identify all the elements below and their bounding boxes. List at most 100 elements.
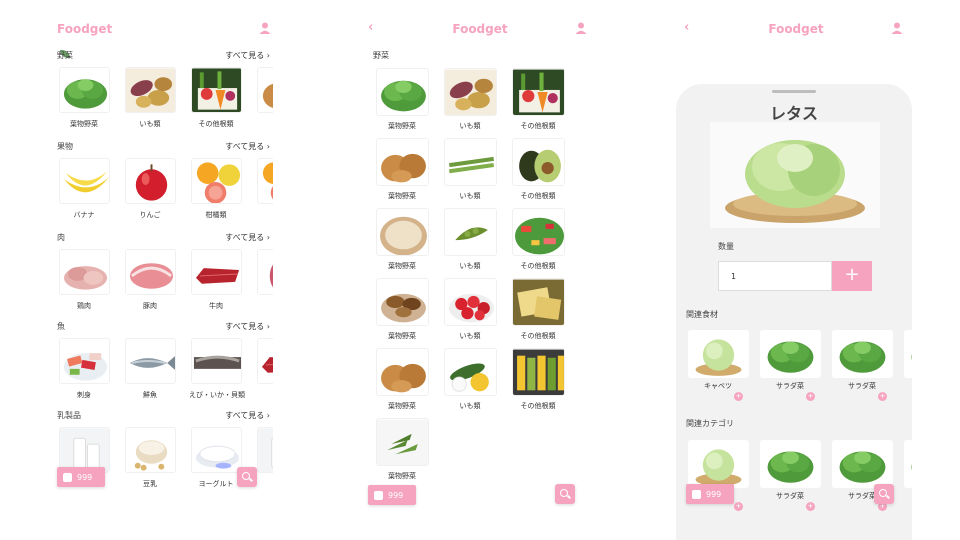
related-item-image (831, 440, 893, 488)
subcategory-tile[interactable]: その他根類 (510, 68, 566, 131)
category-label: 鮮魚 (143, 391, 157, 399)
section-title: 魚 (57, 322, 65, 331)
related-item[interactable]: サラダ菜 + (758, 330, 822, 401)
category-tile[interactable]: 葉物野菜 (57, 67, 111, 129)
subcategory-image (443, 208, 497, 256)
add-icon[interactable]: + (734, 392, 743, 401)
cart-button[interactable]: 999 (57, 467, 105, 487)
subcategory-tile[interactable]: いも類 (442, 68, 498, 131)
user-icon[interactable] (574, 21, 588, 35)
category-image (190, 249, 242, 295)
subcategory-tile[interactable]: 葉物野菜 (374, 138, 430, 201)
subcategory-tile[interactable]: いも類 (442, 138, 498, 201)
subcategory-tile[interactable]: その他根類 (510, 138, 566, 201)
subcategory-image (443, 138, 497, 186)
chevron-right-icon: › (264, 233, 270, 242)
subcategory-tile[interactable]: 葉物野菜 (374, 68, 430, 131)
category-tile[interactable]: いも類 (123, 67, 177, 129)
subcategory-tile[interactable]: いも類 (442, 348, 498, 411)
see-all-link[interactable]: すべて見る › (225, 232, 270, 243)
category-tile[interactable]: 牛肉 (189, 249, 243, 311)
related-categories-row: +サラダ菜+サラダ菜++ (686, 440, 912, 520)
quantity-input[interactable]: 1 (718, 261, 832, 291)
category-row: 刺身 鮮魚 えび・いか・貝類 (57, 338, 273, 408)
related-item-label: サラダ菜 (776, 382, 804, 390)
category-screen: Foodget 野菜すべて見る ›葉物野菜いも類その他根類玉ね果物すべて見る ›… (44, 0, 284, 540)
subcategory-tile[interactable]: その他根類 (510, 348, 566, 411)
category-image (58, 67, 110, 113)
category-tile[interactable]: 玉ね (255, 67, 273, 129)
brand-logo[interactable]: Foodget (360, 22, 600, 36)
subcategory-image (443, 278, 497, 326)
subcategory-tile[interactable]: 葉物野菜 (374, 208, 430, 271)
category-label: 柑橘類 (205, 211, 227, 219)
add-icon[interactable]: + (806, 392, 815, 401)
search-button[interactable] (555, 484, 575, 504)
cart-count: 999 (77, 472, 93, 482)
product-detail-screen: ‹ Foodget レタス 数量 1 + 関連食材 キャベツ + サラダ菜 + サラダ菜… (676, 0, 916, 540)
see-all-link[interactable]: すべて見る › (225, 50, 270, 61)
subcategory-tile[interactable]: その他根類 (510, 278, 566, 341)
subcategory-label: いも類 (459, 122, 481, 130)
see-all-link[interactable]: すべて見る › (225, 321, 270, 332)
subcategory-image (511, 348, 565, 396)
chevron-right-icon: › (264, 51, 270, 60)
category-tile[interactable] (255, 427, 273, 479)
related-item-image (831, 330, 893, 378)
add-icon[interactable]: + (734, 502, 743, 511)
subcategory-label: その他根類 (520, 192, 556, 200)
category-tile[interactable] (255, 338, 273, 390)
subcategory-tile[interactable]: 葉物野菜 (374, 278, 430, 341)
see-all-link[interactable]: すべて見る › (225, 141, 270, 152)
category-tile[interactable]: 柑橘類 (189, 158, 243, 220)
subcategory-tile[interactable]: いも類 (442, 278, 498, 341)
brand-logo[interactable]: Foodget (57, 22, 112, 36)
cart-button[interactable]: 999 (686, 484, 734, 504)
sheet-grabber[interactable] (772, 90, 816, 93)
related-item[interactable]: キャベツ + (686, 330, 750, 401)
subcategory-image (443, 348, 497, 396)
category-tile[interactable]: その他根類 (189, 67, 243, 129)
related-categories-title: 関連カテゴリ (686, 419, 734, 428)
user-icon[interactable] (890, 21, 904, 35)
section-header: 野菜 すべて見る › (57, 50, 270, 64)
category-tile[interactable]: 豆乳 (123, 427, 177, 489)
cart-button[interactable]: 999 (368, 485, 416, 505)
category-tile[interactable]: 刺身 (57, 338, 111, 400)
see-all-label: すべて見る (225, 411, 265, 420)
user-icon[interactable] (258, 21, 272, 35)
category-tile[interactable] (255, 249, 273, 301)
related-item-image (687, 440, 749, 488)
see-all-link[interactable]: すべて見る › (225, 410, 270, 421)
category-tile[interactable]: 鶏肉 (57, 249, 111, 311)
shopping-bag-icon (374, 490, 383, 500)
category-tile[interactable]: ヨーグルト (189, 427, 243, 489)
subcategory-label: いも類 (459, 402, 481, 410)
subcategory-tile[interactable]: 葉物野菜 (374, 418, 430, 481)
search-button[interactable] (874, 484, 894, 504)
add-to-cart-button[interactable]: + (832, 261, 872, 291)
related-item[interactable]: + (902, 440, 912, 491)
related-ingredients-title: 関連食材 (686, 310, 718, 319)
category-image (256, 158, 273, 204)
category-tile[interactable]: バナナ (57, 158, 111, 220)
category-label: 豚肉 (143, 302, 157, 310)
category-tile[interactable]: 豚肉 (123, 249, 177, 311)
subcategory-tile[interactable]: 葉物野菜 (374, 348, 430, 411)
add-icon[interactable]: + (878, 392, 887, 401)
category-tile[interactable]: えび・いか・貝類 (189, 338, 245, 400)
subcategory-tile[interactable]: いも類 (442, 208, 498, 271)
related-item[interactable]: サラダ菜 + (830, 330, 894, 401)
subcategory-tile[interactable]: その他根類 (510, 208, 566, 271)
category-tile[interactable] (255, 158, 273, 210)
category-tile[interactable]: 鮮魚 (123, 338, 177, 400)
chevron-right-icon: › (264, 142, 270, 151)
related-item-image (903, 440, 912, 488)
related-item[interactable]: + (902, 330, 912, 381)
brand-logo[interactable]: Foodget (676, 22, 916, 36)
search-button[interactable] (237, 467, 257, 487)
category-image (190, 338, 242, 384)
category-tile[interactable]: りんご (123, 158, 177, 220)
related-item[interactable]: サラダ菜 + (758, 440, 822, 511)
add-icon[interactable]: + (806, 502, 815, 511)
